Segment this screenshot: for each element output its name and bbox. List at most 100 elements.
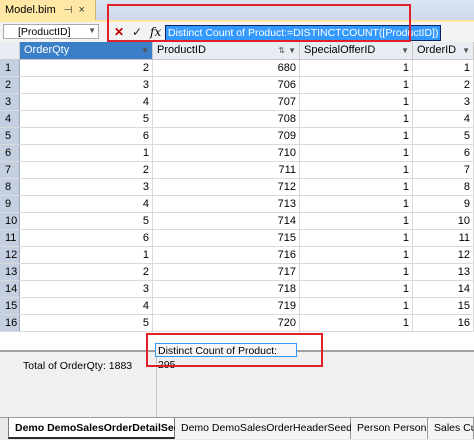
cell-specialofferid[interactable]: 1 (300, 162, 413, 178)
cell-productid[interactable]: 718 (153, 281, 300, 297)
cell-orderqty[interactable]: 5 (20, 111, 153, 127)
cell-orderid[interactable]: 1 (413, 60, 474, 76)
cell-productid[interactable]: 706 (153, 77, 300, 93)
cell-productid[interactable]: 680 (153, 60, 300, 76)
cell-orderid[interactable]: 16 (413, 315, 474, 331)
measure-grid[interactable]: Total of OrderQty: 1883 (0, 350, 474, 419)
grid-corner[interactable] (0, 42, 20, 60)
table-row[interactable]: 9 4 713 1 9 (0, 196, 474, 213)
cell-specialofferid[interactable]: 1 (300, 315, 413, 331)
cell-specialofferid[interactable]: 1 (300, 77, 413, 93)
cell-specialofferid[interactable]: 1 (300, 196, 413, 212)
sheet-tab-person[interactable]: Person Person (351, 418, 428, 439)
cell-productid[interactable]: 719 (153, 298, 300, 314)
table-row[interactable]: 8 3 712 1 8 (0, 179, 474, 196)
cell-specialofferid[interactable]: 1 (300, 111, 413, 127)
cell-orderid[interactable]: 5 (413, 128, 474, 144)
cell-orderid[interactable]: 13 (413, 264, 474, 280)
cell-orderid[interactable]: 8 (413, 179, 474, 195)
cell-specialofferid[interactable]: 1 (300, 230, 413, 246)
cell-orderqty[interactable]: 4 (20, 298, 153, 314)
row-number[interactable]: 13 (0, 264, 20, 280)
cell-productid[interactable]: 713 (153, 196, 300, 212)
cell-productid[interactable]: 707 (153, 94, 300, 110)
cell-orderid[interactable]: 10 (413, 213, 474, 229)
cell-orderid[interactable]: 14 (413, 281, 474, 297)
cell-orderqty[interactable]: 5 (20, 315, 153, 331)
cell-specialofferid[interactable]: 1 (300, 145, 413, 161)
cell-productid[interactable]: 716 (153, 247, 300, 263)
column-name-box[interactable]: [ProductID] ▼ (3, 24, 99, 39)
cell-orderqty[interactable]: 2 (20, 264, 153, 280)
cell-productid[interactable]: 708 (153, 111, 300, 127)
table-row[interactable]: 2 3 706 1 2 (0, 77, 474, 94)
cell-orderqty[interactable]: 2 (20, 162, 153, 178)
cell-productid[interactable]: 717 (153, 264, 300, 280)
sheet-tab-sales-customer[interactable]: Sales Cust (428, 418, 474, 439)
table-row[interactable]: 5 6 709 1 5 (0, 128, 474, 145)
cell-productid[interactable]: 714 (153, 213, 300, 229)
row-number[interactable]: 2 (0, 77, 20, 93)
sheet-tab-salesorderheaderseed[interactable]: Demo DemoSalesOrderHeaderSeed (175, 418, 352, 439)
measure-distinct-count-product[interactable]: Distinct Count of Product: 295 (155, 343, 297, 371)
table-row[interactable]: 1 2 680 1 1 (0, 60, 474, 77)
cell-specialofferid[interactable]: 1 (300, 281, 413, 297)
measure-total-orderqty[interactable]: Total of OrderQty: 1883 (23, 360, 132, 372)
cell-orderqty[interactable]: 1 (20, 247, 153, 263)
cell-productid[interactable]: 709 (153, 128, 300, 144)
cell-specialofferid[interactable]: 1 (300, 247, 413, 263)
chevron-down-icon[interactable]: ▼ (401, 42, 409, 59)
row-number[interactable]: 11 (0, 230, 20, 246)
cell-productid[interactable]: 710 (153, 145, 300, 161)
cell-orderqty[interactable]: 3 (20, 77, 153, 93)
close-icon[interactable]: × (78, 4, 84, 16)
row-number[interactable]: 12 (0, 247, 20, 263)
row-number[interactable]: 10 (0, 213, 20, 229)
row-number[interactable]: 8 (0, 179, 20, 195)
cell-orderqty[interactable]: 6 (20, 128, 153, 144)
cell-orderqty[interactable]: 1 (20, 145, 153, 161)
cell-specialofferid[interactable]: 1 (300, 213, 413, 229)
row-number[interactable]: 9 (0, 196, 20, 212)
insert-function-icon[interactable]: fx (150, 25, 161, 39)
row-number[interactable]: 3 (0, 94, 20, 110)
cell-orderid[interactable]: 15 (413, 298, 474, 314)
table-row[interactable]: 7 2 711 1 7 (0, 162, 474, 179)
table-row[interactable]: 11 6 715 1 11 (0, 230, 474, 247)
cell-orderqty[interactable]: 3 (20, 281, 153, 297)
chevron-down-icon[interactable]: ▼ (462, 42, 470, 59)
cell-orderid[interactable]: 2 (413, 77, 474, 93)
pin-icon[interactable]: ⊣ (64, 5, 73, 16)
cell-specialofferid[interactable]: 1 (300, 264, 413, 280)
cell-specialofferid[interactable]: 1 (300, 128, 413, 144)
sheet-tab-salesorderdetailseed[interactable]: Demo DemoSalesOrderDetailSeed (8, 418, 186, 439)
cell-specialofferid[interactable]: 1 (300, 179, 413, 195)
cancel-formula-icon[interactable]: ✕ (114, 25, 124, 39)
cell-orderid[interactable]: 9 (413, 196, 474, 212)
row-number[interactable]: 1 (0, 60, 20, 76)
table-row[interactable]: 10 5 714 1 10 (0, 213, 474, 230)
cell-specialofferid[interactable]: 1 (300, 60, 413, 76)
cell-orderid[interactable]: 4 (413, 111, 474, 127)
table-row[interactable]: 3 4 707 1 3 (0, 94, 474, 111)
column-header-orderqty[interactable]: OrderQty ▼ (20, 42, 153, 60)
column-header-specialofferid[interactable]: SpecialOfferID ▼ (300, 42, 413, 60)
chevron-down-icon[interactable]: ▼ (88, 26, 96, 35)
row-number[interactable]: 4 (0, 111, 20, 127)
table-row[interactable]: 15 4 719 1 15 (0, 298, 474, 315)
row-number[interactable]: 5 (0, 128, 20, 144)
commit-formula-icon[interactable]: ✓ (132, 25, 142, 39)
cell-productid[interactable]: 712 (153, 179, 300, 195)
cell-specialofferid[interactable]: 1 (300, 298, 413, 314)
cell-orderqty[interactable]: 2 (20, 60, 153, 76)
cell-orderid[interactable]: 12 (413, 247, 474, 263)
row-number[interactable]: 6 (0, 145, 20, 161)
cell-orderqty[interactable]: 5 (20, 213, 153, 229)
cell-orderqty[interactable]: 6 (20, 230, 153, 246)
row-number[interactable]: 14 (0, 281, 20, 297)
table-row[interactable]: 16 5 720 1 16 (0, 315, 474, 332)
cell-orderqty[interactable]: 3 (20, 179, 153, 195)
table-row[interactable]: 12 1 716 1 12 (0, 247, 474, 264)
table-row[interactable]: 6 1 710 1 6 (0, 145, 474, 162)
cell-orderid[interactable]: 3 (413, 94, 474, 110)
